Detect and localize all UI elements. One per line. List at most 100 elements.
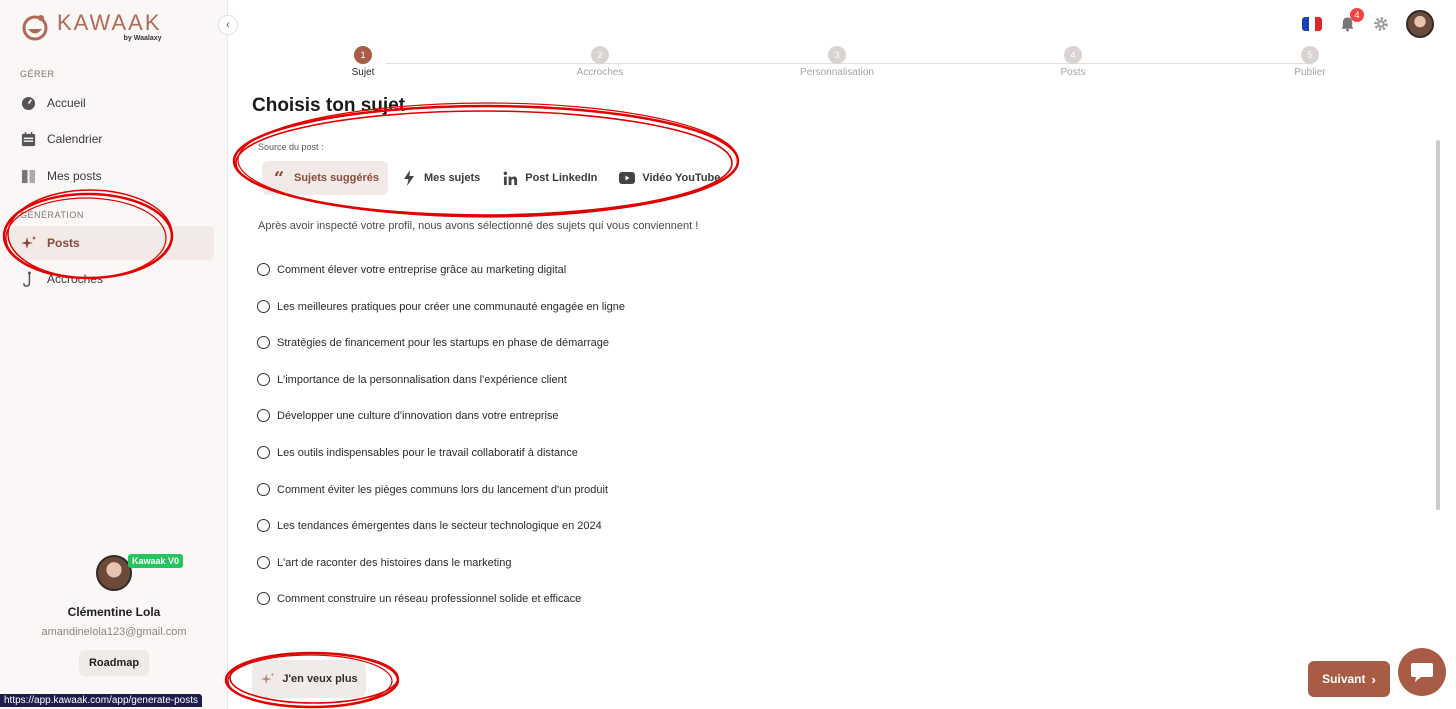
notification-count-badge: 4 [1350, 8, 1364, 22]
more-topics-button[interactable]: J'en veux plus [252, 660, 366, 698]
dashboard-icon [20, 95, 37, 112]
calendar-icon [20, 131, 37, 148]
user-profile: Kawaak V0 Clémentine Lola amandinelola12… [0, 554, 228, 676]
source-label: Source du post : [258, 142, 324, 152]
chevron-right-icon: › [1371, 671, 1376, 687]
sidebar-item-posts[interactable]: Posts [10, 226, 214, 260]
list-item[interactable]: Comment construire un réseau professionn… [257, 592, 625, 629]
step-number: 2 [591, 46, 609, 64]
list-item[interactable]: Comment éviter les pièges communs lors d… [257, 482, 625, 520]
radio-button[interactable] [257, 482, 270, 496]
radio-button[interactable] [257, 555, 270, 569]
sidebar-item-mes-posts[interactable]: Mes posts [10, 159, 214, 193]
topic-label: Stratégies de financement pour les start… [277, 337, 610, 350]
sidebar-item-calendrier[interactable]: Calendrier [10, 122, 214, 156]
step-number: 4 [1064, 46, 1082, 64]
radio-button[interactable] [257, 519, 270, 533]
radio-button[interactable] [257, 592, 270, 606]
avatar[interactable] [1406, 10, 1434, 38]
radio-button[interactable] [257, 299, 270, 313]
page-title: Choisis ton sujet [252, 95, 406, 116]
list-item[interactable]: Les outils indispensables pour le travai… [257, 445, 625, 483]
more-button-label: J'en veux plus [282, 673, 358, 685]
step-posts[interactable]: 4 Posts [1023, 46, 1123, 78]
sidebar-item-accroches[interactable]: Accroches [10, 262, 214, 296]
topic-label: Les meilleures pratiques pour créer une … [277, 300, 625, 313]
tab-label: Post LinkedIn [525, 172, 598, 184]
step-number: 3 [828, 46, 846, 64]
list-item[interactable]: Développer une culture d'innovation dans… [257, 409, 625, 446]
list-item[interactable]: Stratégies de financement pour les start… [257, 336, 625, 373]
tab-post-linkedin[interactable]: Post LinkedIn [493, 161, 606, 195]
radio-button[interactable] [257, 263, 270, 276]
bolt-icon [401, 170, 417, 186]
roadmap-button[interactable]: Roadmap [78, 650, 150, 676]
topic-label: Comment élever votre entreprise grâce au… [277, 264, 567, 276]
settings-button[interactable] [1372, 15, 1390, 33]
tab-video-youtube[interactable]: Vidéo YouTube [610, 161, 729, 195]
scrollbar[interactable] [1436, 140, 1440, 510]
list-item[interactable]: Comment élever votre entreprise grâce au… [257, 263, 625, 300]
topic-label: L'importance de la personnalisation dans… [277, 373, 567, 386]
chat-button[interactable] [1398, 648, 1446, 696]
step-number: 5 [1301, 46, 1319, 64]
sidebar-item-label: Mes posts [47, 169, 102, 183]
linkedin-icon [502, 170, 518, 186]
step-publier[interactable]: 5 Publier [1260, 46, 1360, 78]
logo-byline: by Waalaxy [123, 35, 162, 42]
list-item[interactable]: L'art de raconter des histoires dans le … [257, 555, 625, 593]
next-button[interactable]: Suivant › [1308, 661, 1390, 697]
sidebar: KAWAAK by Waalaxy ‹ GÉRER Accueil Calend… [0, 0, 238, 709]
avatar[interactable]: Kawaak V0 [96, 554, 184, 591]
tab-label: Vidéo YouTube [642, 172, 721, 184]
topic-label: Développer une culture d'innovation dans… [277, 410, 559, 423]
sidebar-item-accueil[interactable]: Accueil [10, 86, 214, 120]
logo-icon [20, 12, 50, 42]
youtube-icon [619, 170, 636, 186]
sparkles-icon [260, 671, 276, 687]
gear-icon [1374, 17, 1388, 31]
tab-sujets-suggeres[interactable]: “ Sujets suggérés [262, 161, 388, 195]
step-sujet[interactable]: 1 Sujet [313, 46, 413, 78]
topic-label: L'art de raconter des histoires dans le … [277, 556, 512, 569]
radio-button[interactable] [257, 409, 270, 423]
french-flag-icon[interactable] [1302, 17, 1322, 31]
sidebar-item-label: Calendrier [47, 132, 103, 146]
topic-label: Les outils indispensables pour le travai… [277, 446, 578, 459]
step-label: Accroches [576, 67, 624, 78]
section-label-manage: GÉRER [20, 69, 55, 79]
step-label: Posts [1060, 67, 1086, 78]
tab-label: Sujets suggérés [294, 172, 379, 184]
tab-mes-sujets[interactable]: Mes sujets [392, 161, 489, 195]
chat-icon [1411, 663, 1433, 682]
collapse-sidebar-button[interactable]: ‹ [218, 15, 238, 35]
radio-button[interactable] [257, 336, 270, 350]
logo-wordmark: KAWAAK [57, 10, 162, 35]
sidebar-item-label: Accueil [47, 96, 86, 110]
tab-label: Mes sujets [423, 172, 481, 184]
intro-text: Après avoir inspecté votre profil, nous … [258, 220, 699, 232]
topic-label: Les tendances émergentes dans le secteur… [277, 520, 602, 533]
list-item[interactable]: L'importance de la personnalisation dans… [257, 372, 625, 410]
step-accroches[interactable]: 2 Accroches [550, 46, 650, 78]
hook-icon [20, 270, 37, 288]
sidebar-item-label: Posts [47, 236, 80, 250]
user-email: amandinelola123@gmail.com [41, 626, 187, 638]
source-tabs: “ Sujets suggérés Mes sujets Post Linked… [258, 157, 733, 199]
step-personnalisation[interactable]: 3 Personnalisation [787, 46, 887, 78]
chevron-left-icon: ‹ [226, 19, 230, 31]
topic-label: Comment construire un réseau professionn… [277, 593, 582, 606]
list-item[interactable]: Les meilleures pratiques pour créer une … [257, 299, 625, 337]
topbar-actions: 4 [1302, 8, 1434, 38]
sidebar-item-label: Accroches [47, 272, 104, 286]
next-button-label: Suivant [1322, 672, 1366, 686]
step-label: Publier [1294, 67, 1326, 78]
kawaak-logo[interactable]: KAWAAK by Waalaxy [20, 12, 162, 42]
radio-button[interactable] [257, 445, 270, 459]
quote-icon: “ [273, 167, 285, 189]
step-label: Sujet [351, 67, 375, 78]
radio-button[interactable] [257, 372, 270, 386]
notifications-button[interactable]: 4 [1338, 8, 1364, 33]
list-item[interactable]: Les tendances émergentes dans le secteur… [257, 519, 625, 556]
step-label: Personnalisation [800, 67, 874, 78]
